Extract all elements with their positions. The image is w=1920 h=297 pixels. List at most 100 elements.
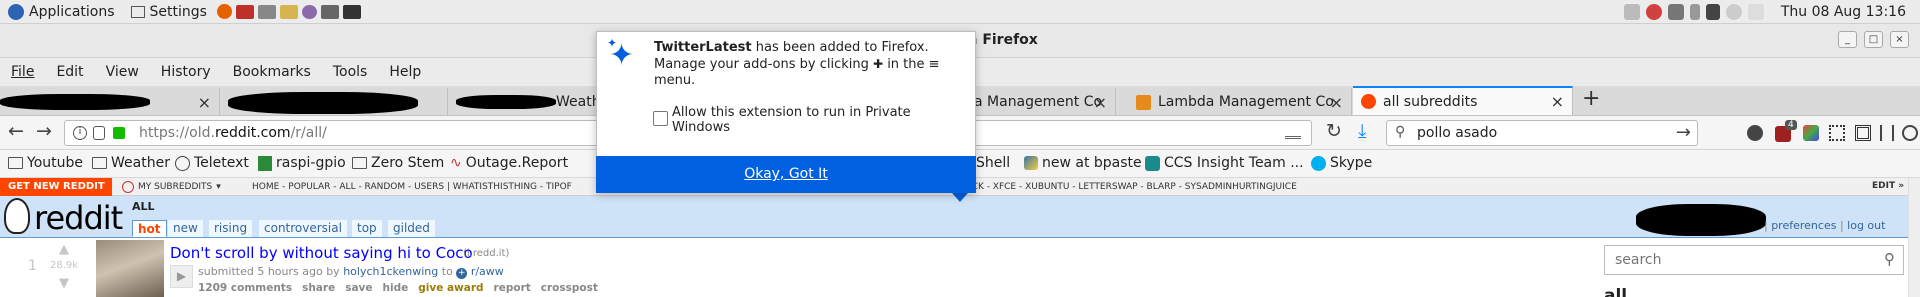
my-subreddits-dropdown[interactable]: MY SUBREDDITS ▾ — [122, 181, 221, 193]
app-launcher-yellow-icon[interactable] — [279, 4, 298, 19]
bookmark-raspi-gpio[interactable]: raspi-gpio — [258, 155, 346, 171]
share-link[interactable]: share — [302, 282, 335, 294]
search-go-arrow-icon[interactable]: → — [1676, 122, 1691, 143]
reddit-search-box[interactable]: ⚲ — [1604, 245, 1904, 275]
subreddit-links-right[interactable]: ICK - XFCE - XUBUNTU - LETTERSWAP - BLAR… — [969, 182, 1297, 192]
sort-tab-gilded[interactable]: gilded — [388, 220, 435, 237]
post-title-link[interactable]: Don't scroll by without saying hi to Coc… — [170, 244, 473, 262]
close-window-button[interactable]: × — [1890, 31, 1909, 48]
close-tab-icon[interactable]: × — [198, 93, 211, 112]
disabled-tray-icon[interactable] — [1725, 3, 1742, 20]
comments-link[interactable]: 1209 comments — [198, 282, 292, 294]
tab-lambda-2[interactable]: Lambda Management Co × — [1128, 88, 1352, 116]
downvote-arrow-icon[interactable]: ▼ — [59, 276, 69, 291]
bluetooth-icon[interactable] — [1689, 3, 1700, 20]
settings-menu[interactable]: Settings — [123, 0, 215, 24]
sort-tab-controversial[interactable]: controversial — [259, 220, 347, 237]
account-icon[interactable] — [1902, 125, 1918, 141]
logout-link[interactable]: log out — [1847, 219, 1885, 232]
bookmark-outage-report[interactable]: ∿ Outage.Report — [450, 155, 568, 171]
close-tab-icon[interactable]: × — [1330, 93, 1343, 112]
give-award-link[interactable]: give award — [418, 282, 483, 294]
reader-view-icon[interactable] — [1285, 127, 1301, 139]
sort-tab-rising[interactable]: rising — [209, 220, 253, 237]
app-launcher-mail-icon[interactable] — [257, 4, 276, 19]
okay-got-it-button[interactable]: Okay, Got It — [596, 156, 976, 193]
menu-file[interactable]: File — [0, 64, 45, 80]
bookmark-youtube[interactable]: Youtube — [8, 155, 83, 171]
tracking-protection-icon[interactable] — [93, 126, 105, 140]
author-link[interactable]: holych1ckenwing — [343, 265, 438, 278]
volume-icon[interactable] — [1747, 3, 1764, 20]
close-tab-icon[interactable]: × — [1551, 92, 1564, 111]
tray-app-icon[interactable] — [1623, 3, 1640, 20]
camera-tray-icon[interactable] — [1667, 3, 1684, 20]
minimize-button[interactable]: _ — [1838, 31, 1857, 48]
back-arrow-icon[interactable]: ← — [8, 120, 24, 142]
bookmark-zero-stem[interactable]: Zero Stem — [352, 155, 444, 171]
post-domain[interactable]: (i.redd.it) — [463, 248, 509, 259]
bookmark-skype[interactable]: Skype — [1311, 155, 1372, 171]
firefox-launcher-icon[interactable] — [216, 4, 232, 19]
search-box[interactable]: ⚲ pollo asado → — [1386, 120, 1698, 146]
close-tab-icon[interactable]: × — [1094, 93, 1107, 112]
subreddit-links-left[interactable]: HOME - POPULAR - ALL - RANDOM - USERS | … — [252, 182, 572, 192]
info-icon[interactable]: i — [73, 126, 87, 140]
bookmark-bpaste[interactable]: new at bpaste — [1024, 155, 1142, 171]
private-windows-label[interactable]: Allow this extension to run in Private W… — [672, 105, 942, 135]
record-icon[interactable] — [1645, 3, 1662, 20]
preferences-link[interactable]: preferences — [1771, 219, 1836, 232]
scrollbar[interactable] — [1908, 178, 1920, 297]
app-launcher-magnifier-icon[interactable] — [301, 4, 317, 19]
save-link[interactable]: save — [345, 282, 372, 294]
library-icon[interactable] — [1880, 125, 1894, 141]
subreddit-link[interactable]: r/aww — [471, 265, 504, 278]
crosspost-link[interactable]: crosspost — [541, 282, 598, 294]
post-thumbnail[interactable] — [96, 240, 164, 297]
menu-history[interactable]: History — [150, 64, 222, 80]
terminal-launcher-icon[interactable] — [342, 4, 361, 19]
tab-weather[interactable]: Weathe — [448, 88, 609, 116]
upvote-arrow-icon[interactable]: ▲ — [59, 242, 69, 257]
sort-tab-hot[interactable]: hot — [132, 220, 167, 237]
menu-tools[interactable]: Tools — [322, 64, 379, 80]
bookmark-teletext[interactable]: Teletext — [175, 155, 249, 171]
snoo-alien-icon[interactable] — [4, 198, 30, 234]
get-new-reddit-link[interactable]: GET NEW REDDIT — [0, 178, 112, 196]
page-name[interactable]: ALL — [132, 200, 155, 213]
bookmark-ccs-insight[interactable]: CCS Insight Team ... — [1145, 155, 1304, 171]
hide-link[interactable]: hide — [383, 282, 409, 294]
qr-code-icon[interactable] — [1855, 125, 1871, 141]
edit-subreddits-link[interactable]: EDIT » — [1872, 181, 1904, 191]
reload-icon[interactable]: ↻ — [1326, 120, 1342, 142]
reddit-search-input[interactable] — [1615, 252, 1855, 268]
bookmark-shell[interactable]: Shell — [976, 155, 1010, 171]
app-launcher-camera-icon[interactable] — [320, 4, 339, 19]
menu-edit[interactable]: Edit — [45, 64, 94, 80]
reddit-logo[interactable]: reddit — [34, 201, 123, 235]
menu-view[interactable]: View — [95, 64, 150, 80]
tab-all-subreddits[interactable]: all subreddits × — [1353, 86, 1573, 115]
expand-button[interactable]: ▶ — [170, 265, 193, 288]
new-tab-button[interactable]: + — [1582, 86, 1600, 111]
lock-icon[interactable] — [113, 127, 125, 139]
clock[interactable]: Thu 08 Aug 13:16 — [1767, 4, 1920, 20]
maximize-button[interactable]: □ — [1864, 31, 1883, 48]
private-windows-checkbox[interactable] — [653, 111, 668, 126]
search-icon[interactable]: ⚲ — [1884, 250, 1895, 268]
extension-multicolor-icon[interactable] — [1803, 125, 1819, 141]
bookmark-weather[interactable]: Weather — [92, 155, 170, 171]
tab-redacted-2[interactable] — [220, 88, 448, 116]
sort-tab-new[interactable]: new — [168, 220, 203, 237]
tab-lambda-1[interactable]: a Management Co × — [966, 88, 1116, 116]
forward-arrow-icon[interactable]: → — [36, 120, 52, 142]
network-icon[interactable] — [1705, 3, 1720, 20]
menu-bookmarks[interactable]: Bookmarks — [222, 64, 322, 80]
extension-dark-icon[interactable] — [1747, 125, 1763, 141]
download-icon[interactable]: ⤓ — [1358, 120, 1366, 142]
app-launcher-red-icon[interactable] — [235, 4, 254, 19]
applications-menu[interactable]: Applications — [0, 0, 123, 24]
report-link[interactable]: report — [494, 282, 531, 294]
menu-help[interactable]: Help — [378, 64, 432, 80]
tab-redacted-1[interactable]: × — [0, 88, 220, 116]
